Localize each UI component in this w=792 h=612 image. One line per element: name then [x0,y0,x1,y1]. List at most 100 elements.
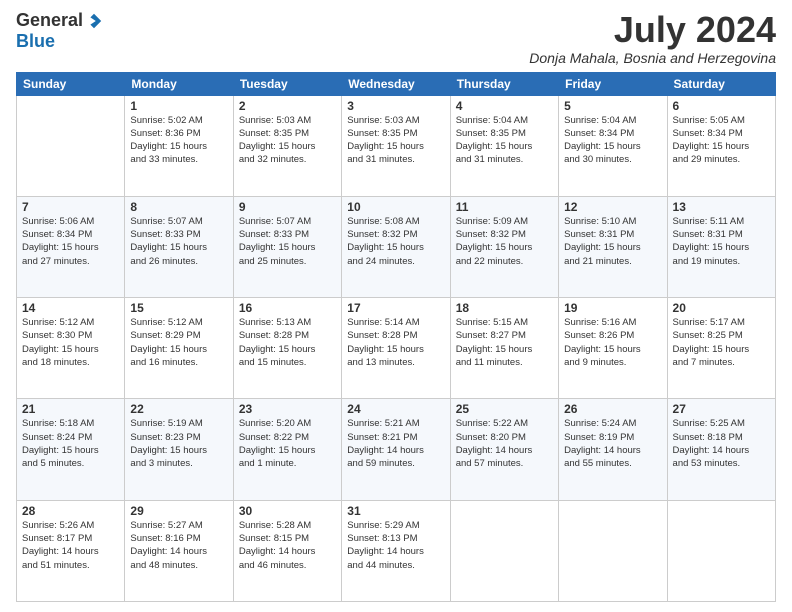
day-info: Sunrise: 5:13 AM Sunset: 8:28 PM Dayligh… [239,316,336,369]
calendar-cell: 12Sunrise: 5:10 AM Sunset: 8:31 PM Dayli… [559,196,667,297]
calendar-cell: 11Sunrise: 5:09 AM Sunset: 8:32 PM Dayli… [450,196,558,297]
calendar-cell: 7Sunrise: 5:06 AM Sunset: 8:34 PM Daylig… [17,196,125,297]
calendar-cell: 8Sunrise: 5:07 AM Sunset: 8:33 PM Daylig… [125,196,233,297]
logo-icon [85,12,103,30]
day-number: 27 [673,402,770,416]
calendar-cell [450,500,558,601]
calendar-header-tuesday: Tuesday [233,72,341,95]
day-info: Sunrise: 5:24 AM Sunset: 8:19 PM Dayligh… [564,417,661,470]
day-number: 21 [22,402,119,416]
calendar-header-thursday: Thursday [450,72,558,95]
calendar-cell: 23Sunrise: 5:20 AM Sunset: 8:22 PM Dayli… [233,399,341,500]
calendar-cell: 1Sunrise: 5:02 AM Sunset: 8:36 PM Daylig… [125,95,233,196]
day-info: Sunrise: 5:26 AM Sunset: 8:17 PM Dayligh… [22,519,119,572]
day-info: Sunrise: 5:02 AM Sunset: 8:36 PM Dayligh… [130,114,227,167]
calendar-week-2: 7Sunrise: 5:06 AM Sunset: 8:34 PM Daylig… [17,196,776,297]
day-info: Sunrise: 5:04 AM Sunset: 8:35 PM Dayligh… [456,114,553,167]
month-title: July 2024 [529,10,776,50]
day-info: Sunrise: 5:18 AM Sunset: 8:24 PM Dayligh… [22,417,119,470]
calendar-cell: 21Sunrise: 5:18 AM Sunset: 8:24 PM Dayli… [17,399,125,500]
day-info: Sunrise: 5:16 AM Sunset: 8:26 PM Dayligh… [564,316,661,369]
calendar-cell: 29Sunrise: 5:27 AM Sunset: 8:16 PM Dayli… [125,500,233,601]
day-info: Sunrise: 5:28 AM Sunset: 8:15 PM Dayligh… [239,519,336,572]
day-number: 9 [239,200,336,214]
calendar-week-1: 1Sunrise: 5:02 AM Sunset: 8:36 PM Daylig… [17,95,776,196]
day-number: 15 [130,301,227,315]
calendar-cell: 25Sunrise: 5:22 AM Sunset: 8:20 PM Dayli… [450,399,558,500]
day-info: Sunrise: 5:14 AM Sunset: 8:28 PM Dayligh… [347,316,444,369]
calendar-header-friday: Friday [559,72,667,95]
day-info: Sunrise: 5:19 AM Sunset: 8:23 PM Dayligh… [130,417,227,470]
day-info: Sunrise: 5:07 AM Sunset: 8:33 PM Dayligh… [239,215,336,268]
day-number: 30 [239,504,336,518]
day-info: Sunrise: 5:20 AM Sunset: 8:22 PM Dayligh… [239,417,336,470]
calendar-cell: 22Sunrise: 5:19 AM Sunset: 8:23 PM Dayli… [125,399,233,500]
calendar-cell: 20Sunrise: 5:17 AM Sunset: 8:25 PM Dayli… [667,298,775,399]
day-info: Sunrise: 5:08 AM Sunset: 8:32 PM Dayligh… [347,215,444,268]
day-info: Sunrise: 5:07 AM Sunset: 8:33 PM Dayligh… [130,215,227,268]
day-info: Sunrise: 5:03 AM Sunset: 8:35 PM Dayligh… [347,114,444,167]
logo-blue-text: Blue [16,31,55,52]
calendar-header-monday: Monday [125,72,233,95]
day-number: 8 [130,200,227,214]
location: Donja Mahala, Bosnia and Herzegovina [529,50,776,66]
header: General Blue July 2024 Donja Mahala, Bos… [16,10,776,66]
calendar-header-saturday: Saturday [667,72,775,95]
day-number: 6 [673,99,770,113]
header-right: July 2024 Donja Mahala, Bosnia and Herze… [529,10,776,66]
calendar-cell [17,95,125,196]
day-number: 1 [130,99,227,113]
calendar-cell: 5Sunrise: 5:04 AM Sunset: 8:34 PM Daylig… [559,95,667,196]
day-number: 16 [239,301,336,315]
calendar-cell: 27Sunrise: 5:25 AM Sunset: 8:18 PM Dayli… [667,399,775,500]
day-number: 2 [239,99,336,113]
calendar-cell: 4Sunrise: 5:04 AM Sunset: 8:35 PM Daylig… [450,95,558,196]
day-number: 18 [456,301,553,315]
day-number: 25 [456,402,553,416]
calendar-cell: 31Sunrise: 5:29 AM Sunset: 8:13 PM Dayli… [342,500,450,601]
calendar-cell [667,500,775,601]
calendar-table: SundayMondayTuesdayWednesdayThursdayFrid… [16,72,776,602]
day-info: Sunrise: 5:21 AM Sunset: 8:21 PM Dayligh… [347,417,444,470]
day-number: 12 [564,200,661,214]
calendar-cell: 2Sunrise: 5:03 AM Sunset: 8:35 PM Daylig… [233,95,341,196]
day-number: 4 [456,99,553,113]
calendar-header-sunday: Sunday [17,72,125,95]
page: General Blue July 2024 Donja Mahala, Bos… [0,0,792,612]
calendar-cell [559,500,667,601]
day-number: 20 [673,301,770,315]
day-info: Sunrise: 5:10 AM Sunset: 8:31 PM Dayligh… [564,215,661,268]
day-info: Sunrise: 5:27 AM Sunset: 8:16 PM Dayligh… [130,519,227,572]
day-info: Sunrise: 5:17 AM Sunset: 8:25 PM Dayligh… [673,316,770,369]
day-info: Sunrise: 5:29 AM Sunset: 8:13 PM Dayligh… [347,519,444,572]
day-number: 24 [347,402,444,416]
calendar-cell: 28Sunrise: 5:26 AM Sunset: 8:17 PM Dayli… [17,500,125,601]
day-info: Sunrise: 5:03 AM Sunset: 8:35 PM Dayligh… [239,114,336,167]
day-info: Sunrise: 5:22 AM Sunset: 8:20 PM Dayligh… [456,417,553,470]
day-number: 28 [22,504,119,518]
day-info: Sunrise: 5:25 AM Sunset: 8:18 PM Dayligh… [673,417,770,470]
logo-general-text: General [16,10,83,31]
day-number: 31 [347,504,444,518]
day-info: Sunrise: 5:09 AM Sunset: 8:32 PM Dayligh… [456,215,553,268]
calendar-cell: 30Sunrise: 5:28 AM Sunset: 8:15 PM Dayli… [233,500,341,601]
calendar-cell: 14Sunrise: 5:12 AM Sunset: 8:30 PM Dayli… [17,298,125,399]
calendar-week-5: 28Sunrise: 5:26 AM Sunset: 8:17 PM Dayli… [17,500,776,601]
day-number: 19 [564,301,661,315]
day-info: Sunrise: 5:04 AM Sunset: 8:34 PM Dayligh… [564,114,661,167]
day-number: 3 [347,99,444,113]
day-info: Sunrise: 5:15 AM Sunset: 8:27 PM Dayligh… [456,316,553,369]
calendar-cell: 13Sunrise: 5:11 AM Sunset: 8:31 PM Dayli… [667,196,775,297]
calendar-cell: 15Sunrise: 5:12 AM Sunset: 8:29 PM Dayli… [125,298,233,399]
logo: General Blue [16,10,103,52]
calendar-cell: 10Sunrise: 5:08 AM Sunset: 8:32 PM Dayli… [342,196,450,297]
calendar-cell: 18Sunrise: 5:15 AM Sunset: 8:27 PM Dayli… [450,298,558,399]
calendar-cell: 9Sunrise: 5:07 AM Sunset: 8:33 PM Daylig… [233,196,341,297]
day-number: 26 [564,402,661,416]
calendar-header-row: SundayMondayTuesdayWednesdayThursdayFrid… [17,72,776,95]
calendar-header-wednesday: Wednesday [342,72,450,95]
day-info: Sunrise: 5:12 AM Sunset: 8:29 PM Dayligh… [130,316,227,369]
day-number: 22 [130,402,227,416]
day-number: 17 [347,301,444,315]
calendar-week-3: 14Sunrise: 5:12 AM Sunset: 8:30 PM Dayli… [17,298,776,399]
